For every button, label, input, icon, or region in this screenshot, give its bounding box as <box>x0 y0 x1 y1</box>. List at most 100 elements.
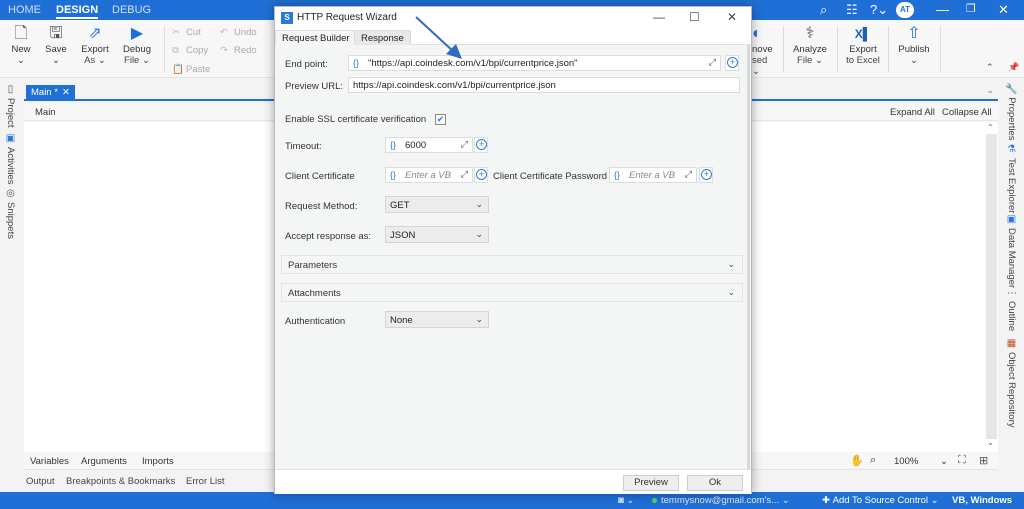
accept-response-select[interactable]: JSON ⌄ <box>385 226 489 243</box>
tab-request-builder[interactable]: Request Builder <box>275 30 357 45</box>
collapse-ribbon-icon[interactable]: ⌃ <box>986 62 994 73</box>
attachments-section[interactable]: Attachments ⌄ <box>281 283 743 302</box>
object-repository-icon: ▦ <box>1006 338 1017 349</box>
timeout-input[interactable]: {} 6000 ⤢ <box>385 137 473 153</box>
scrollbar-track[interactable] <box>986 134 997 439</box>
parameters-section[interactable]: Parameters ⌄ <box>281 255 743 274</box>
export-to-excel-button[interactable]: X▌ Export to Excel <box>843 24 883 66</box>
breakpoints-tab[interactable]: Breakpoints & Bookmarks <box>66 476 175 487</box>
expression-icon: {} <box>614 170 621 180</box>
client-certificate-add-button[interactable]: + <box>474 167 488 183</box>
redo-icon: ↷ <box>220 45 228 56</box>
chevron-down-icon: ⌄ <box>475 314 483 324</box>
sidebar-tab-object-repository[interactable]: ▦Object Repository <box>1006 338 1017 428</box>
dialog-maximize-button[interactable]: ☐ <box>689 10 700 24</box>
add-to-source-control-button[interactable]: ✚ Add To Source Control ⌄ <box>822 495 939 506</box>
expand-editor-icon[interactable]: ⤢ <box>461 169 468 180</box>
vertical-scrollbar[interactable]: ⌃ ⌄ <box>985 122 998 452</box>
save-icon: 🖫 <box>49 25 63 42</box>
analyze-file-button[interactable]: ⚕ Analyze File ⌄ <box>790 24 830 66</box>
authentication-label: Authentication <box>285 316 346 327</box>
export-as-button[interactable]: ⇗ Export As ⌄ <box>78 24 112 66</box>
chevron-down-icon: ⌄ <box>727 287 735 297</box>
close-button[interactable]: ✕ <box>998 2 1009 18</box>
timeout-add-button[interactable]: + <box>474 137 488 153</box>
redo-button[interactable]: ↷ Redo <box>220 45 257 56</box>
output-tab[interactable]: Output <box>26 476 55 487</box>
avatar[interactable]: AT <box>896 2 914 18</box>
close-tab-icon[interactable]: ✕ <box>62 87 70 98</box>
dialog-title-bar[interactable]: S HTTP Request Wizard — ☐ ✕ <box>275 7 751 29</box>
zoom-dropdown-icon[interactable]: ⌄ <box>940 456 948 467</box>
tab-response[interactable]: Response <box>354 30 411 45</box>
account-status[interactable]: temmysnow@gmail.com's... ⌄ <box>652 495 790 506</box>
project-icon: ▯ <box>5 84 16 95</box>
ssl-verification-checkbox[interactable]: ✔ <box>435 114 446 125</box>
remove-unused-button[interactable]: ◐ nove sed ⌄ <box>752 24 774 77</box>
expression-icon: {} <box>353 58 360 68</box>
sidebar-tab-snippets[interactable]: ◎Snippets <box>5 188 16 239</box>
preview-url-field[interactable]: https://api.coindesk.com/v1/bpi/currentp… <box>348 77 740 93</box>
dialog-tabs: Request Builder Response <box>275 29 751 45</box>
authentication-select[interactable]: None ⌄ <box>385 311 489 328</box>
endpoint-input[interactable]: {} "https://api.coindesk.com/v1/bpi/curr… <box>348 55 721 71</box>
sidebar-tab-project[interactable]: ▯Project <box>5 84 16 128</box>
debug-file-button[interactable]: ▶ Debug File ⌄ <box>120 24 154 66</box>
tab-main[interactable]: Main * ✕ <box>26 85 75 100</box>
sidebar-tab-properties[interactable]: 🔧Properties <box>1006 82 1017 141</box>
collapse-all-link[interactable]: Collapse All <box>942 107 992 118</box>
screenshot-icon[interactable]: ◙ ⌄ <box>618 495 634 506</box>
variables-tab[interactable]: Variables <box>30 456 69 467</box>
endpoint-add-button[interactable]: + <box>725 55 739 71</box>
feedback-icon[interactable]: ☷ <box>846 2 858 18</box>
ok-button[interactable]: Ok <box>687 475 743 491</box>
cut-button[interactable]: ✂ Cut <box>172 27 201 38</box>
arguments-tab[interactable]: Arguments <box>81 456 127 467</box>
imports-tab[interactable]: Imports <box>142 456 174 467</box>
menu-home[interactable]: HOME <box>8 4 41 16</box>
data-manager-icon: ▣ <box>1006 214 1017 225</box>
upload-icon: ⇧ <box>907 25 921 42</box>
expand-editor-icon[interactable]: ⤢ <box>685 169 692 180</box>
tabs-dropdown-icon[interactable]: ⌄ <box>986 85 994 96</box>
sidebar-tab-outline[interactable]: ⋮Outline <box>1006 288 1017 331</box>
sidebar-tab-test-explorer[interactable]: ⚗Test Explorer <box>1006 144 1017 213</box>
save-button[interactable]: 🖫 Save ⌄ <box>42 24 70 66</box>
status-bar: ◙ ⌄ temmysnow@gmail.com's... ⌄ ✚ Add To … <box>0 492 1024 509</box>
overview-icon[interactable]: ⊞ <box>979 454 988 467</box>
dialog-minimize-button[interactable]: — <box>653 10 665 24</box>
zoom-level-select[interactable]: 100% <box>894 456 918 467</box>
sidebar-tab-data-manager[interactable]: ▣Data Manager <box>1006 214 1017 288</box>
undo-button[interactable]: ↶ Undo <box>220 27 257 38</box>
error-list-tab[interactable]: Error List <box>186 476 225 487</box>
expand-editor-icon[interactable]: ⤢ <box>461 139 468 150</box>
publish-button[interactable]: ⇧ Publish ⌄ <box>894 24 934 66</box>
menu-design[interactable]: DESIGN <box>56 4 99 19</box>
client-certificate-input[interactable]: {} Enter a VB ⤢ <box>385 167 473 183</box>
scroll-up-icon[interactable]: ⌃ <box>987 123 994 132</box>
minimize-button[interactable]: — <box>936 2 949 17</box>
search-icon[interactable]: ⌕ <box>820 2 827 18</box>
restore-button[interactable]: ❐ <box>966 2 976 15</box>
zoom-icon[interactable]: ⌕ <box>870 454 876 467</box>
client-certificate-password-add-button[interactable]: + <box>699 167 713 183</box>
expand-editor-icon[interactable]: ⤢ <box>709 57 716 68</box>
expand-all-link[interactable]: Expand All <box>890 107 935 118</box>
dialog-scrollbar[interactable] <box>747 45 750 469</box>
ribbon-divider <box>940 26 941 72</box>
pin-icon[interactable]: 📌 <box>1008 62 1019 73</box>
paste-button[interactable]: 📋 Paste <box>172 64 210 75</box>
copy-button[interactable]: ⧉ Copy <box>172 45 208 56</box>
new-button[interactable]: 🗋 New ⌄ <box>8 24 34 66</box>
scroll-down-icon[interactable]: ⌄ <box>987 438 994 447</box>
client-certificate-password-input[interactable]: {} Enter a VB ⤢ <box>609 167 697 183</box>
help-icon[interactable]: ?⌄ <box>870 2 888 18</box>
menu-debug[interactable]: DEBUG <box>112 4 151 16</box>
fit-to-screen-icon[interactable]: ⛶ <box>958 454 966 467</box>
dialog-close-button[interactable]: ✕ <box>727 10 737 24</box>
pan-hand-icon[interactable]: ✋ <box>850 454 864 467</box>
chevron-down-icon: ⌄ <box>475 199 483 209</box>
sidebar-tab-activities[interactable]: ▣Activities <box>5 133 16 184</box>
request-method-select[interactable]: GET ⌄ <box>385 196 489 213</box>
preview-button[interactable]: Preview <box>623 475 679 491</box>
